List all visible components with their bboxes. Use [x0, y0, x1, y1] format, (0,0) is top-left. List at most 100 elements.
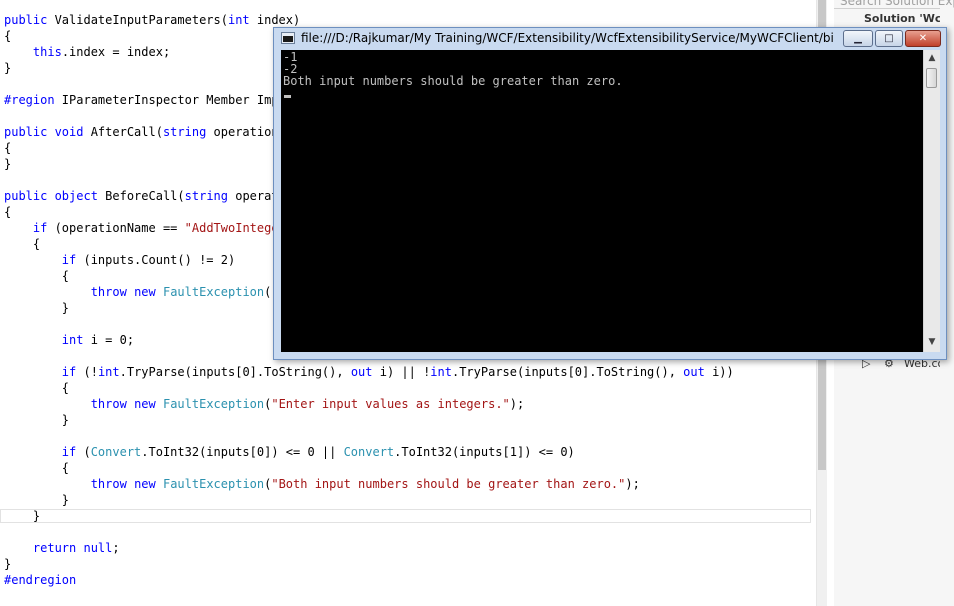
console-titlebar[interactable]: file:///D:/Rajkumar/My Training/WCF/Exte…: [274, 28, 946, 49]
code-line: {: [4, 460, 69, 476]
console-vertical-scrollbar[interactable]: ▲ ▼: [923, 50, 940, 352]
code-line: if (Convert.ToInt32(inputs[0]) <= 0 || C…: [4, 444, 575, 460]
code-token: string: [162, 125, 207, 139]
code-token: int: [430, 365, 452, 379]
code-token: FaultException: [162, 285, 265, 299]
code-token: .TryParse(inputs[0].ToString(),: [119, 365, 351, 379]
code-token: {: [4, 237, 41, 251]
code-token: object: [54, 189, 106, 203]
code-line: throw new FaultException("Enter input va…: [4, 396, 525, 412]
code-line: if (inputs.Count() != 2): [4, 252, 235, 268]
scroll-down-arrow-icon[interactable]: ▼: [924, 334, 940, 350]
close-button[interactable]: ✕: [905, 30, 941, 47]
code-line: {: [4, 140, 11, 156]
code-token: }: [4, 413, 70, 427]
code-line: {: [4, 28, 11, 44]
code-line: }: [4, 508, 40, 524]
code-token: if: [61, 445, 77, 459]
code-token: null: [83, 541, 113, 555]
code-token: out: [350, 365, 373, 379]
code-token: throw: [90, 397, 135, 411]
solution-explorer-search[interactable]: Search Solution Explo: [840, 0, 954, 8]
code-token: (!: [76, 365, 98, 379]
code-line: {: [4, 236, 40, 252]
code-token: "Enter input values as integers.": [271, 397, 510, 411]
solution-explorer-divider: [834, 8, 954, 9]
code-token: (inputs.Count() != 2): [76, 253, 236, 267]
scroll-up-arrow-icon[interactable]: ▲: [924, 50, 940, 66]
code-token: }: [4, 557, 12, 571]
minimize-button[interactable]: ▁: [843, 30, 873, 47]
code-line: {: [4, 380, 69, 396]
code-token: AfterCall(: [90, 125, 163, 139]
code-token: Convert: [343, 445, 395, 459]
code-token: string: [184, 189, 228, 203]
code-line: }: [4, 412, 69, 428]
code-line: throw new FaultException("Both input num…: [4, 476, 640, 492]
console-window[interactable]: file:///D:/Rajkumar/My Training/WCF/Exte…: [273, 27, 947, 360]
code-token: );: [509, 397, 525, 411]
code-token: public: [4, 13, 55, 27]
code-line: this.index = index;: [4, 44, 170, 60]
code-line: return null;: [4, 540, 120, 556]
code-line: {: [4, 268, 69, 284]
code-token: BeforeCall(: [105, 189, 185, 203]
code-line: if (!int.TryParse(inputs[0].ToString(), …: [4, 364, 734, 380]
code-token: this: [32, 45, 62, 59]
code-token: .index = index;: [61, 45, 171, 59]
code-line: public void AfterCall(string operationNa…: [4, 124, 307, 140]
code-token: }: [4, 157, 12, 171]
console-output[interactable]: -1 -2 Both input numbers should be great…: [281, 50, 923, 352]
code-token: int: [61, 333, 84, 347]
code-token: i) || !: [372, 365, 431, 379]
code-token: new: [134, 285, 163, 299]
code-token: if: [61, 253, 77, 267]
code-token: .ToInt32(inputs[0]) <= 0 ||: [141, 445, 344, 459]
code-token: new: [134, 477, 163, 491]
console-app-icon[interactable]: [281, 32, 295, 44]
code-line: #endregion: [4, 572, 76, 588]
code-token: {: [4, 461, 70, 475]
code-line: if (operationName == "AddTwoIntegers": [4, 220, 300, 236]
code-token: if: [32, 221, 48, 235]
code-token: i = 0;: [83, 333, 135, 347]
code-token: (operationName ==: [47, 221, 185, 235]
code-line: }: [4, 156, 11, 172]
code-token: return: [32, 541, 84, 555]
code-token: throw: [90, 477, 135, 491]
code-token: }: [4, 61, 12, 75]
code-token: ValidateInputParameters(: [54, 13, 228, 27]
console-scroll-thumb[interactable]: [926, 68, 937, 88]
maximize-button[interactable]: □: [875, 30, 903, 47]
code-token: }: [4, 493, 70, 507]
code-line: public ValidateInputParameters(int index…: [4, 12, 300, 28]
code-token: "Both input numbers should be greater th…: [271, 477, 626, 491]
code-token: ;: [112, 541, 120, 555]
console-cursor: [284, 95, 291, 98]
code-token: throw: [90, 285, 135, 299]
code-token: public: [4, 189, 55, 203]
code-token: .TryParse(inputs[0].ToString(),: [451, 365, 684, 379]
code-token: index): [249, 13, 301, 27]
code-line: {: [4, 204, 11, 220]
code-token: .ToInt32(inputs[1]) <= 0): [394, 445, 575, 459]
code-token: out: [683, 365, 705, 379]
code-token: if: [61, 365, 77, 379]
code-token: {: [4, 381, 70, 395]
code-line: }: [4, 556, 11, 572]
code-token: int: [227, 13, 250, 27]
code-token: public: [4, 125, 55, 139]
code-token: #endregion: [4, 573, 77, 587]
code-token: }: [4, 509, 41, 523]
code-token: {: [4, 205, 12, 219]
code-token: FaultException: [162, 477, 265, 491]
code-token: Convert: [90, 445, 142, 459]
